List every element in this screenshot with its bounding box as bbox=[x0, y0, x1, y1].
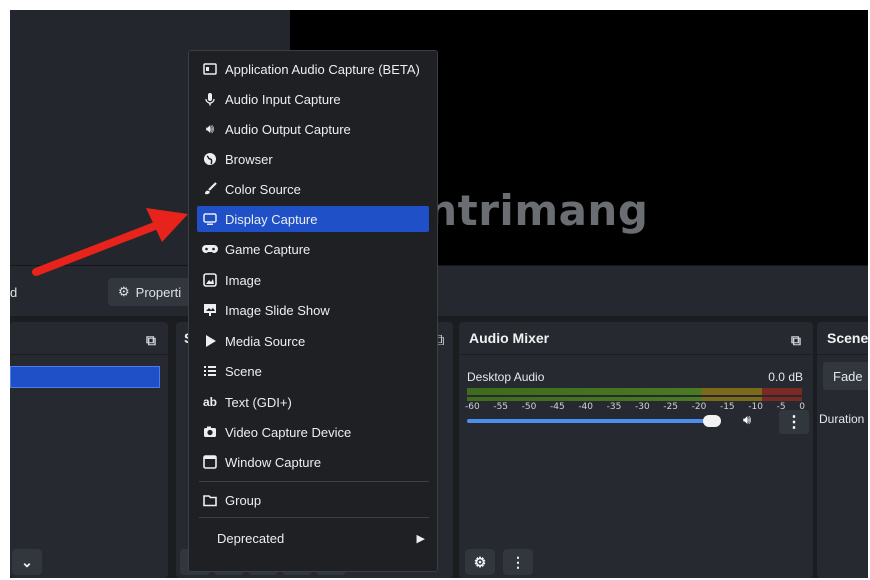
volume-meter-secondary bbox=[467, 397, 802, 401]
menu-item-group[interactable]: Group bbox=[197, 487, 429, 513]
properties-label: Properti bbox=[135, 284, 182, 300]
menu-item-label: Text (GDI+) bbox=[225, 394, 292, 410]
menu-item-color-source[interactable]: Color Source bbox=[197, 176, 429, 202]
menu-item-label: Group bbox=[225, 492, 262, 508]
channel-menu-button[interactable]: ⋮ bbox=[779, 410, 809, 434]
menu-item-label: Audio Input Capture bbox=[225, 91, 341, 107]
scene-move-down-button[interactable]: ⌄ bbox=[12, 549, 42, 575]
meter-tick-label: -15 bbox=[719, 402, 735, 412]
audio-mixer-title: Audio Mixer bbox=[469, 330, 550, 346]
chevron-down-icon: ⌄ bbox=[21, 553, 33, 570]
meter-tick-label: -45 bbox=[549, 402, 565, 412]
kebab-icon: ⋮ bbox=[511, 553, 525, 570]
meter-tick-label: -55 bbox=[493, 402, 509, 412]
menu-item-browser[interactable]: Browser bbox=[197, 146, 429, 172]
menu-item-label: Media Source bbox=[225, 333, 306, 349]
meter-tick-label: -40 bbox=[578, 402, 594, 412]
mixer-menu-button[interactable]: ⋮ bbox=[503, 549, 533, 575]
meter-tick-label: -30 bbox=[634, 402, 650, 412]
menu-item-deprecated[interactable]: Deprecated ▶ bbox=[197, 525, 429, 551]
menu-item-label: Application Audio Capture (BETA) bbox=[225, 61, 420, 77]
menu-item-audio-output-capture[interactable]: 🔊︎ Audio Output Capture bbox=[197, 116, 429, 142]
channel-db: 0.0 dB bbox=[768, 370, 803, 384]
text-icon: ab bbox=[202, 395, 217, 409]
meter-tick-label: -10 bbox=[748, 402, 763, 412]
menu-item-video-capture-device[interactable]: Video Capture Device bbox=[197, 419, 429, 445]
menu-item-label: Image Slide Show bbox=[225, 302, 330, 318]
meter-tick-label: -50 bbox=[521, 402, 537, 412]
menu-item-media-source[interactable]: Media Source bbox=[197, 328, 429, 354]
scene-transitions-title: Scene bbox=[827, 330, 868, 346]
menu-item-label: Display Capture bbox=[225, 211, 318, 227]
volume-meter bbox=[467, 388, 802, 395]
meter-tick-label: -25 bbox=[663, 402, 678, 412]
menu-item-display-capture[interactable]: Display Capture bbox=[197, 206, 429, 232]
channel-name: Desktop Audio bbox=[467, 370, 545, 384]
folder-icon bbox=[201, 491, 219, 509]
camera-icon bbox=[201, 423, 219, 441]
menu-item-label: Scene bbox=[225, 363, 262, 379]
menu-item-text-gdi[interactable]: ab Text (GDI+) bbox=[197, 389, 429, 415]
submenu-arrow-icon: ▶ bbox=[416, 532, 425, 545]
scene-list-item[interactable] bbox=[10, 366, 160, 388]
obs-window: uantrimang d ⚙ Properti ⧉ ⌄ S ⧉ + 🗑 ⚙ ⌃ … bbox=[10, 10, 868, 578]
menu-item-window-capture[interactable]: Window Capture bbox=[197, 449, 429, 475]
scenes-dock-header: ⧉ bbox=[10, 322, 168, 355]
undock-icon[interactable]: ⧉ bbox=[791, 332, 803, 348]
menu-item-label: Browser bbox=[225, 151, 273, 167]
menu-item-label: Game Capture bbox=[225, 241, 311, 257]
menu-item-label: Deprecated bbox=[217, 530, 285, 546]
scenes-dock: ⧉ ⌄ bbox=[10, 322, 168, 578]
list-icon bbox=[201, 362, 219, 380]
transition-select[interactable]: Fade bbox=[823, 362, 868, 390]
scene-transitions-dock: Scene Fade Duration bbox=[817, 322, 868, 578]
add-source-menu: Application Audio Capture (BETA) Audio I… bbox=[188, 50, 438, 572]
scene-transitions-header: Scene bbox=[817, 322, 868, 355]
duration-label: Duration bbox=[819, 412, 865, 426]
menu-item-label: Audio Output Capture bbox=[225, 121, 351, 137]
volume-slider[interactable] bbox=[467, 419, 721, 423]
speaker-icon[interactable]: 🔊︎ bbox=[743, 412, 751, 428]
red-arrow-annotation bbox=[32, 208, 188, 276]
window-icon bbox=[201, 453, 219, 471]
audio-mixer-dock: Audio Mixer ⧉ Desktop Audio 0.0 dB -60 -5… bbox=[459, 322, 813, 578]
menu-separator bbox=[199, 517, 429, 518]
menu-item-audio-input-capture[interactable]: Audio Input Capture bbox=[197, 86, 429, 112]
gear-icon: ⚙ bbox=[118, 284, 130, 299]
gears-icon: ⚙ bbox=[473, 553, 487, 570]
undock-icon[interactable]: ⧉ bbox=[146, 332, 158, 348]
meter-tick-label: -35 bbox=[606, 402, 622, 412]
toolbar-label-fragment: d bbox=[10, 285, 18, 300]
menu-item-label: Window Capture bbox=[225, 454, 322, 470]
transition-value: Fade bbox=[833, 368, 863, 384]
menu-item-application-audio-capture[interactable]: Application Audio Capture (BETA) bbox=[197, 56, 429, 82]
meter-tick-label: -60 bbox=[465, 402, 480, 412]
meter-tick-label: -20 bbox=[691, 402, 707, 412]
play-icon bbox=[201, 332, 219, 350]
menu-item-image-slide-show[interactable]: Image Slide Show bbox=[197, 297, 429, 323]
advanced-audio-button[interactable]: ⚙ bbox=[465, 549, 495, 575]
audio-mixer-header: Audio Mixer ⧉ bbox=[459, 322, 813, 355]
menu-separator bbox=[199, 481, 429, 482]
menu-item-label: Image bbox=[225, 272, 262, 288]
slideshow-icon bbox=[201, 301, 219, 319]
menu-item-image[interactable]: Image bbox=[197, 267, 429, 293]
menu-item-label: Video Capture Device bbox=[225, 424, 352, 440]
volume-slider-handle[interactable] bbox=[702, 415, 721, 427]
meter-ticks: -60 -55 -50 -45 -40 -35 -30 -25 -20 -15 -10 -5 0 bbox=[465, 402, 805, 412]
menu-item-label: Color Source bbox=[225, 181, 301, 197]
menu-item-game-capture[interactable]: Game Capture bbox=[197, 236, 429, 262]
menu-item-scene[interactable]: Scene bbox=[197, 358, 429, 384]
kebab-icon: ⋮ bbox=[786, 414, 802, 431]
